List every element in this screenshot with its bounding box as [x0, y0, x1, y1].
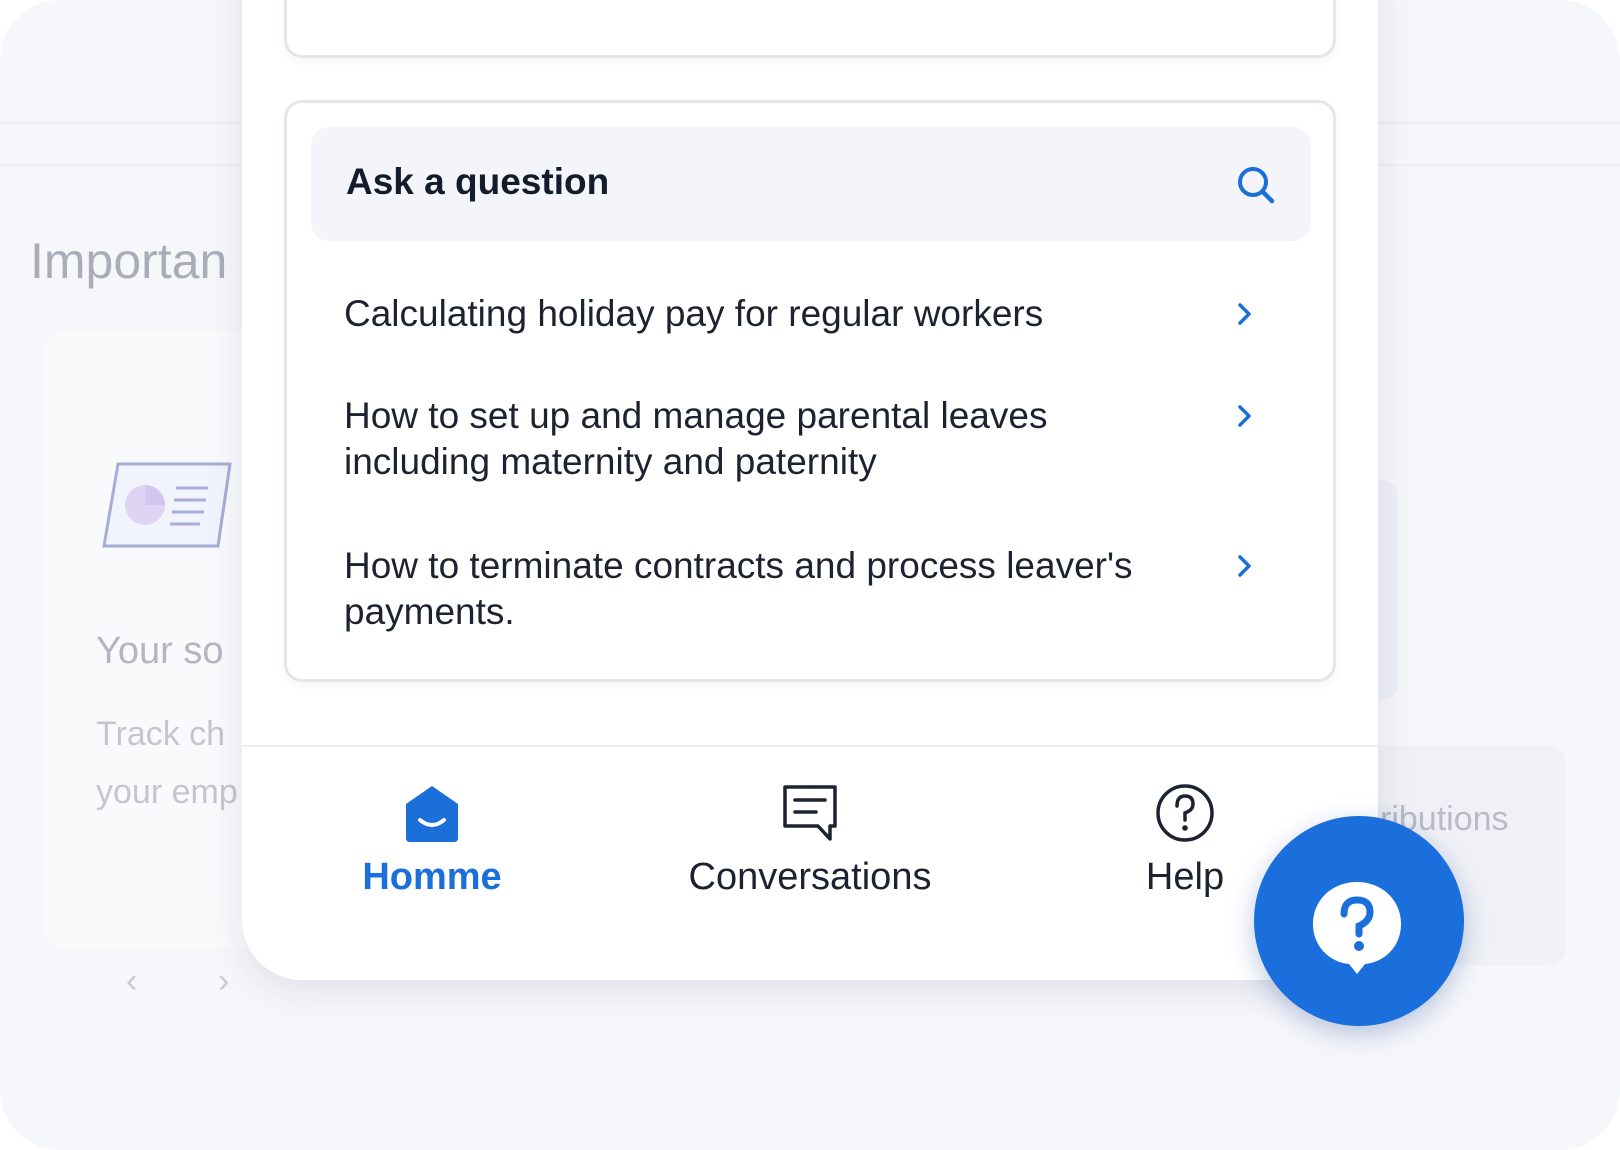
chat-icon	[783, 785, 837, 841]
messenger-widget: Ask a question Calculating holiday pay f…	[242, 0, 1378, 980]
chevron-right-icon	[1238, 555, 1251, 577]
home-icon	[406, 786, 458, 842]
background-card-description: Track ch	[96, 715, 226, 753]
previous-card	[284, 0, 1336, 58]
nav-label: Conversations	[688, 856, 932, 898]
background-card-description: your emp	[96, 773, 238, 811]
ask-question-search[interactable]: Ask a question	[311, 127, 1311, 241]
carousel-next-icon[interactable]: ›	[218, 962, 229, 1001]
background-section-title: Importan	[30, 233, 228, 289]
nav-label: Homme	[362, 856, 502, 898]
question-bubble-icon	[1313, 882, 1401, 974]
nav-tab-conversations[interactable]: Conversations	[660, 760, 960, 930]
article-title: Calculating holiday pay for regular work…	[344, 293, 1044, 334]
nav-tab-home[interactable]: Homme	[282, 760, 582, 930]
search-icon	[1238, 167, 1275, 204]
nav-divider	[242, 745, 1378, 747]
article-link[interactable]: How to set up and manage parental leaves…	[344, 393, 1304, 485]
article-link[interactable]: Calculating holiday pay for regular work…	[344, 291, 1304, 337]
article-title: How to set up and manage parental leaves…	[344, 395, 1048, 482]
article-title: How to terminate contracts and process l…	[344, 545, 1133, 632]
chevron-right-icon	[1238, 405, 1251, 427]
messenger-launcher-button[interactable]	[1254, 816, 1464, 1026]
background-card-title: Your so	[96, 630, 224, 672]
carousel-prev-icon[interactable]: ‹	[126, 962, 137, 1001]
help-circle-icon	[1156, 784, 1214, 842]
article-link[interactable]: How to terminate contracts and process l…	[344, 543, 1304, 635]
search-label: Ask a question	[346, 161, 610, 202]
report-illustration-icon	[102, 462, 232, 548]
chevron-right-icon	[1238, 303, 1251, 325]
help-articles-card: Ask a question Calculating holiday pay f…	[284, 100, 1336, 682]
